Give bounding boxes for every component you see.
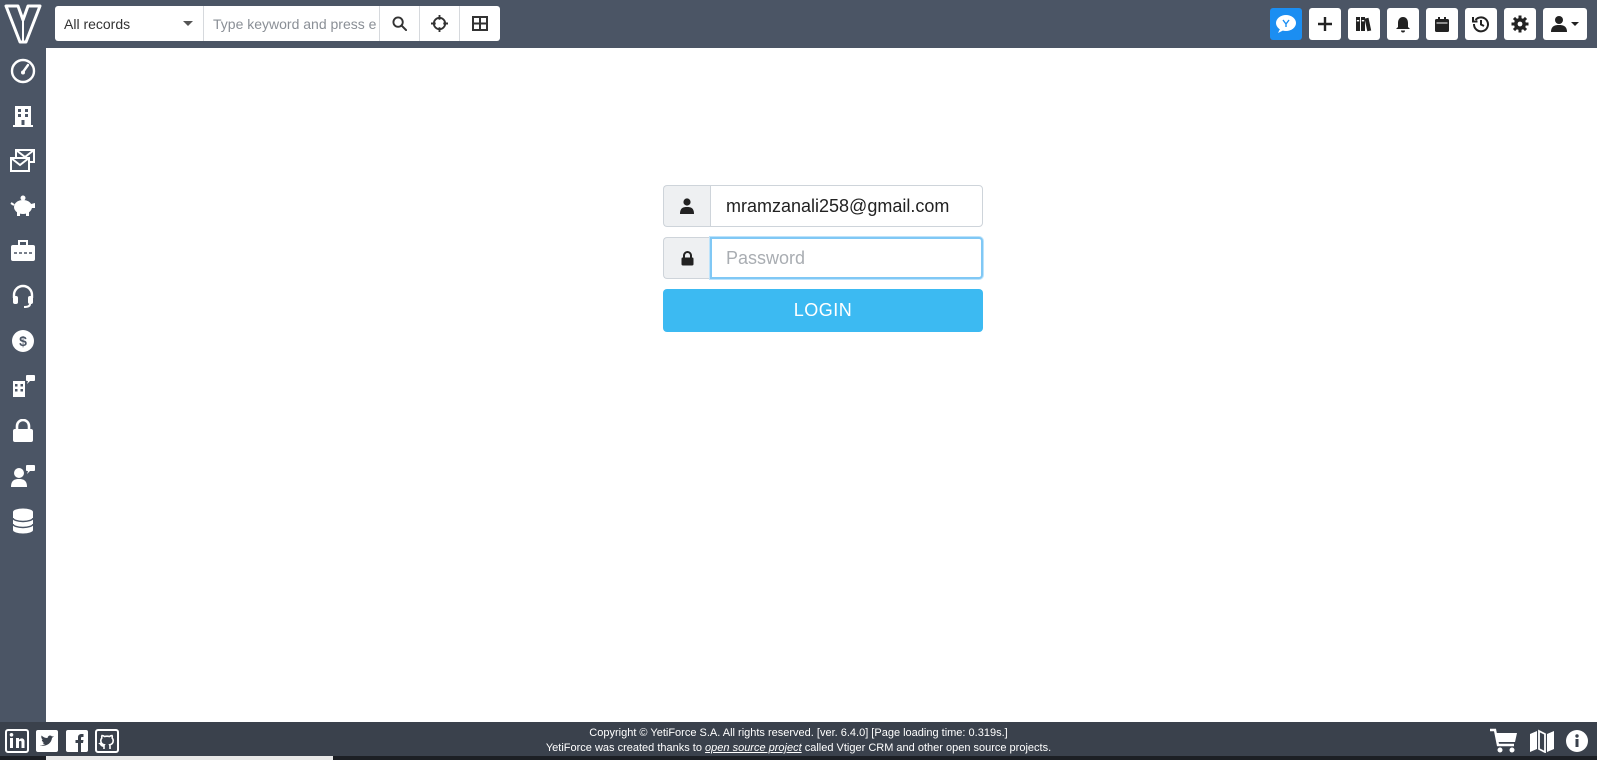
svg-text:$: $ xyxy=(19,333,27,349)
operator-search-button[interactable] xyxy=(420,6,460,41)
login-button[interactable]: LOGIN xyxy=(663,289,983,332)
search-module-select[interactable]: All records xyxy=(55,6,204,41)
user-chat-icon xyxy=(11,464,35,487)
bottom-strip xyxy=(0,756,1597,760)
shop-link[interactable] xyxy=(1489,727,1519,755)
sidebar-item-dashboard[interactable] xyxy=(0,48,46,93)
search-module-label: All records xyxy=(64,15,131,32)
footer-line-2-suffix: called Vtiger CRM and other open source … xyxy=(801,742,1052,754)
sidebar-item-accounts[interactable] xyxy=(0,93,46,138)
calendar-button[interactable] xyxy=(1426,8,1458,40)
top-bar: All records xyxy=(0,0,1597,48)
table-icon xyxy=(472,16,488,31)
lock-icon xyxy=(13,418,33,442)
search-bar: All records xyxy=(55,6,500,41)
history-icon xyxy=(1472,16,1489,33)
footer-line-2-prefix: YetiForce was created thanks to xyxy=(545,742,706,754)
chat-icon xyxy=(1276,15,1296,33)
settings-button[interactable] xyxy=(1504,8,1536,40)
sidebar-item-projects[interactable] xyxy=(0,228,46,273)
password-field[interactable] xyxy=(710,237,983,279)
footer: Copyright © YetiForce S.A. All rights re… xyxy=(0,722,1597,760)
cart-icon xyxy=(1490,728,1517,753)
database-icon xyxy=(12,508,34,533)
building-icon xyxy=(13,105,33,127)
footer-line-1: Copyright © YetiForce S.A. All rights re… xyxy=(589,727,1008,739)
piggy-bank-icon xyxy=(10,195,35,216)
user-icon xyxy=(680,198,694,214)
sidebar-item-partners[interactable] xyxy=(0,363,46,408)
sidebar-item-contacts[interactable] xyxy=(0,453,46,498)
username-field[interactable] xyxy=(710,185,983,227)
footer-line-2: YetiForce was created thanks to open sou… xyxy=(0,741,1597,756)
history-button[interactable] xyxy=(1465,8,1497,40)
user-menu-button[interactable] xyxy=(1543,8,1587,40)
mails-icon xyxy=(10,148,35,172)
headset-icon xyxy=(12,284,34,308)
briefcase-icon xyxy=(11,239,35,261)
password-row xyxy=(663,237,983,279)
bottom-strip-segment xyxy=(46,756,333,760)
username-row xyxy=(663,185,983,227)
footer-copyright: Copyright © YetiForce S.A. All rights re… xyxy=(0,726,1597,756)
password-addon xyxy=(663,237,710,279)
search-button[interactable] xyxy=(380,6,420,41)
documentation-link[interactable] xyxy=(1529,727,1555,755)
open-source-link[interactable]: open source project xyxy=(705,742,802,754)
dollar-icon: $ xyxy=(12,329,34,352)
plus-icon xyxy=(1318,17,1332,31)
search-icon xyxy=(392,16,407,31)
sidebar-item-security[interactable] xyxy=(0,408,46,453)
sidebar-item-database[interactable] xyxy=(0,498,46,543)
books-icon xyxy=(1356,17,1372,32)
yetiforce-logo[interactable] xyxy=(0,0,46,48)
sidebar: $ xyxy=(0,48,46,722)
chevron-down-icon xyxy=(183,21,193,26)
username-addon xyxy=(663,185,710,227)
sidebar-item-mails[interactable] xyxy=(0,138,46,183)
gear-icon xyxy=(1511,15,1529,33)
crosshair-icon xyxy=(431,15,448,32)
notifications-button[interactable] xyxy=(1387,8,1419,40)
building-chat-icon xyxy=(13,374,35,397)
bell-icon xyxy=(1396,16,1410,32)
book-map-icon xyxy=(1530,729,1554,753)
search-input[interactable] xyxy=(204,6,380,41)
sidebar-item-sales[interactable] xyxy=(0,183,46,228)
top-right-toolbar xyxy=(1263,0,1597,48)
login-form: LOGIN xyxy=(663,185,983,332)
user-icon xyxy=(1551,16,1579,32)
sidebar-item-support[interactable] xyxy=(0,273,46,318)
info-icon xyxy=(1566,730,1588,752)
advanced-search-button[interactable] xyxy=(460,6,500,41)
info-link[interactable] xyxy=(1565,727,1589,755)
calendar-icon xyxy=(1435,16,1449,32)
footer-right-icons xyxy=(1479,727,1589,755)
chat-button[interactable] xyxy=(1270,8,1302,40)
sidebar-item-finance[interactable]: $ xyxy=(0,318,46,363)
dashboard-icon xyxy=(10,58,36,83)
quick-create-button[interactable] xyxy=(1309,8,1341,40)
knowledge-base-button[interactable] xyxy=(1348,8,1380,40)
lock-icon xyxy=(681,250,693,265)
